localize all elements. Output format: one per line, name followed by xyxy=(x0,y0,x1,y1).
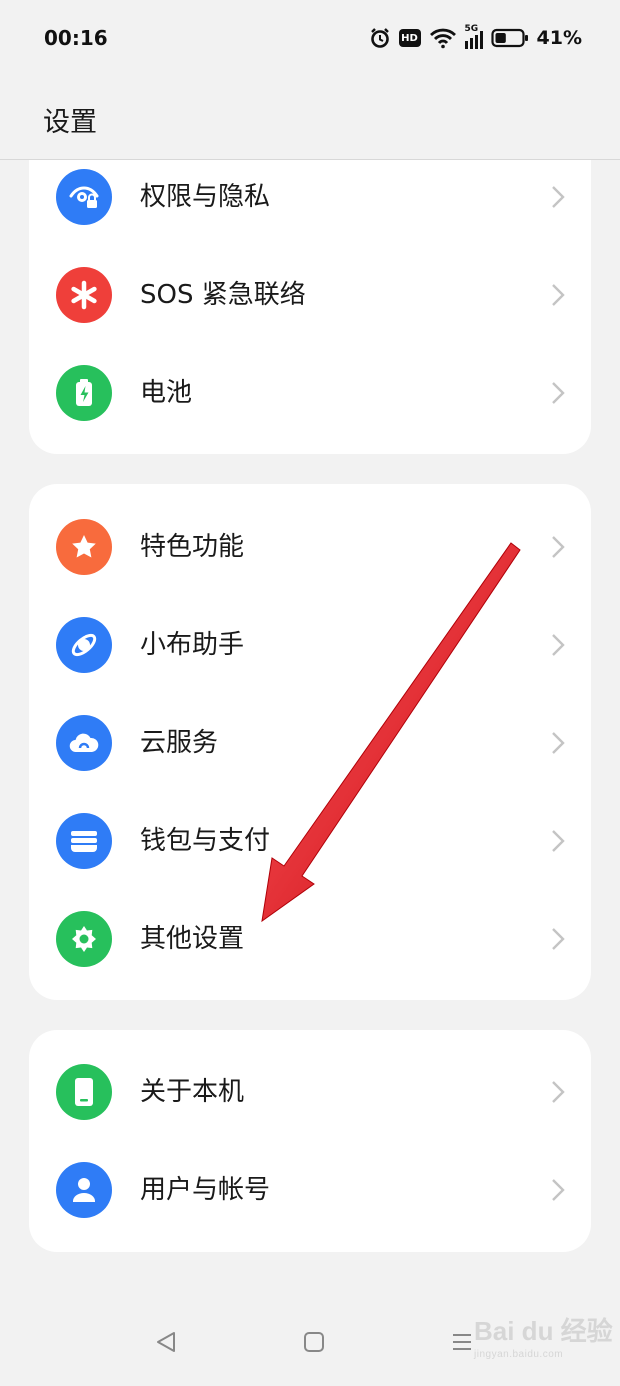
settings-item-cloud[interactable]: 云服务 xyxy=(29,694,591,792)
settings-item-other[interactable]: 其他设置 xyxy=(29,890,591,988)
settings-item-label: 钱包与支付 xyxy=(140,826,271,856)
gear-icon xyxy=(56,911,112,967)
status-bar: 00:16 HD 5G 41% xyxy=(0,0,620,76)
settings-item-label: 用户与帐号 xyxy=(140,1175,271,1205)
back-triangle-icon[interactable] xyxy=(154,1330,178,1354)
chevron-right-icon xyxy=(552,284,565,306)
chevron-right-icon xyxy=(552,634,565,656)
watermark-url: jingyan.baidu.com xyxy=(474,1349,564,1360)
settings-item-label: SOS 紧急联络 xyxy=(140,280,306,310)
cellular-signal-icon: 5G xyxy=(464,24,483,49)
watermark-text: Bai du 经验 xyxy=(474,1316,613,1346)
chevron-right-icon xyxy=(552,382,565,404)
settings-item-label: 其他设置 xyxy=(140,924,245,954)
alarm-icon xyxy=(370,28,389,48)
settings-group-1: 权限与隐私 SOS 紧急联络 电池 xyxy=(29,160,591,454)
chevron-right-icon xyxy=(552,186,565,208)
wifi-icon xyxy=(429,28,456,49)
settings-item-label: 权限与隐私 xyxy=(140,182,271,212)
user-icon xyxy=(56,1162,112,1218)
chevron-right-icon xyxy=(552,1179,565,1201)
battery-status-icon xyxy=(490,28,528,48)
assistant-orbit-icon xyxy=(56,617,112,673)
hd-icon: HD xyxy=(398,29,421,47)
privacy-eye-lock-icon xyxy=(56,169,112,225)
network-type-label: 5G xyxy=(464,24,479,34)
cloud-icon xyxy=(56,715,112,771)
settings-group-2: 特色功能 小布助手 云服务 钱包与支付 其他设置 xyxy=(29,484,591,1000)
settings-item-features[interactable]: 特色功能 xyxy=(29,498,591,596)
chevron-right-icon xyxy=(552,928,565,950)
chevron-right-icon xyxy=(552,732,565,754)
baidu-watermark: Bai du 经验 jingyan.baidu.com xyxy=(474,1318,613,1360)
star-icon xyxy=(56,519,112,575)
settings-item-wallet[interactable]: 钱包与支付 xyxy=(29,792,591,890)
chevron-right-icon xyxy=(552,1081,565,1103)
settings-item-about-phone[interactable]: 关于本机 xyxy=(29,1043,591,1141)
settings-item-battery[interactable]: 电池 xyxy=(29,344,591,442)
settings-item-privacy[interactable]: 权限与隐私 xyxy=(29,160,591,246)
phone-icon xyxy=(56,1064,112,1120)
battery-icon xyxy=(56,365,112,421)
home-square-icon[interactable] xyxy=(302,1330,326,1354)
page-title: 设置 xyxy=(43,107,97,138)
settings-item-label: 特色功能 xyxy=(140,532,245,562)
settings-item-label: 云服务 xyxy=(140,728,219,758)
settings-item-sos[interactable]: SOS 紧急联络 xyxy=(29,246,591,344)
settings-item-assistant[interactable]: 小布助手 xyxy=(29,596,591,694)
page-header: 设置 xyxy=(0,76,620,160)
sos-asterisk-icon xyxy=(56,267,112,323)
chevron-right-icon xyxy=(552,536,565,558)
recents-menu-icon[interactable] xyxy=(450,1330,474,1354)
settings-item-label: 小布助手 xyxy=(140,630,245,660)
settings-group-3: 关于本机 用户与帐号 xyxy=(29,1030,591,1252)
settings-item-user-account[interactable]: 用户与帐号 xyxy=(29,1141,591,1239)
settings-list[interactable]: 权限与隐私 SOS 紧急联络 电池 特色功能 小布助手 云服务 钱包与支付 其他… xyxy=(0,160,620,1300)
settings-item-label: 电池 xyxy=(140,378,193,408)
chevron-right-icon xyxy=(552,830,565,852)
settings-item-label: 关于本机 xyxy=(140,1077,245,1107)
hd-badge-text: HD xyxy=(401,32,418,44)
status-time: 00:16 xyxy=(44,26,108,50)
status-icons: HD 5G 41% xyxy=(369,24,582,49)
wallet-icon xyxy=(56,813,112,869)
battery-percent: 41% xyxy=(536,27,582,49)
